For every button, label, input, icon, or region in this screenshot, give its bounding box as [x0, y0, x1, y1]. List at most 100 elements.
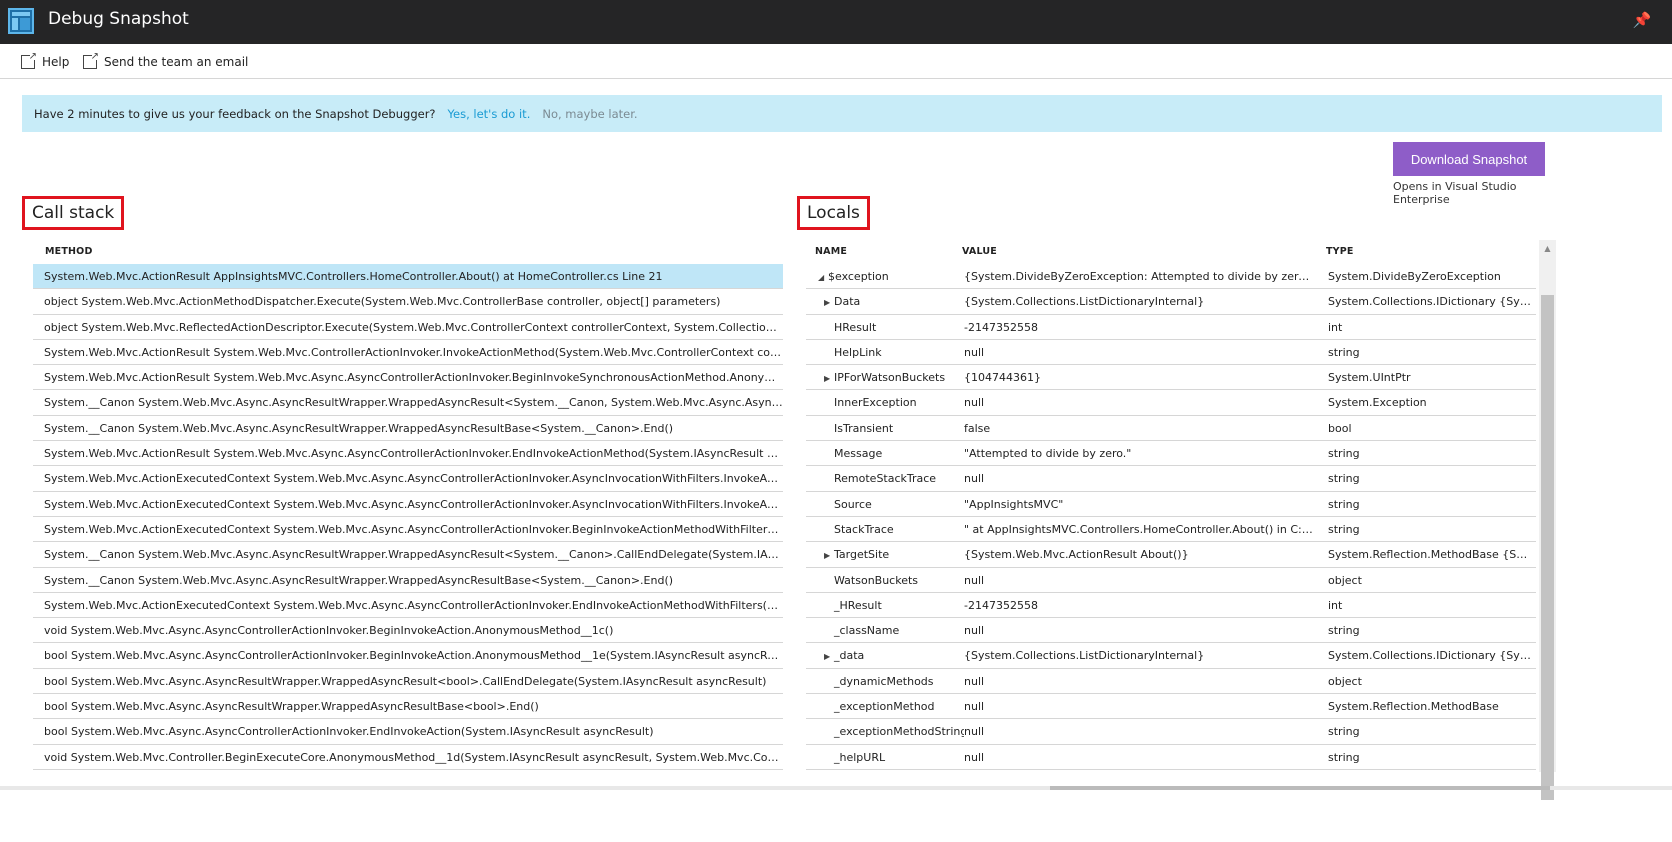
feedback-yes-link[interactable]: Yes, let's do it. — [448, 107, 531, 121]
scroll-up-icon[interactable]: ▲ — [1539, 240, 1556, 257]
call-stack-row[interactable]: System.Web.Mvc.ActionExecutedContext Sys… — [33, 466, 783, 492]
expand-triangle-icon[interactable]: ▶ — [824, 644, 834, 669]
call-stack-row[interactable]: System.Web.Mvc.ActionExecutedContext Sys… — [33, 517, 783, 543]
local-value: "AppInsightsMVC" — [964, 497, 1064, 511]
local-name: StackTrace — [814, 517, 964, 542]
locals-row[interactable]: RemoteStackTrace null string — [806, 466, 1536, 492]
name-column-header[interactable]: NAME — [815, 246, 847, 257]
call-stack-row[interactable]: bool System.Web.Mvc.Async.AsyncControlle… — [33, 719, 783, 745]
locals-row[interactable]: HelpLink null string — [806, 340, 1536, 366]
local-value: null — [964, 624, 985, 638]
locals-row[interactable]: HResult -2147352558 int — [806, 315, 1536, 340]
local-type: string — [1328, 497, 1360, 511]
call-stack-row[interactable]: System.Web.Mvc.ActionResult System.Web.M… — [33, 441, 783, 467]
expand-triangle-icon[interactable]: ◢ — [818, 265, 828, 290]
value-column-header[interactable]: VALUE — [962, 246, 997, 257]
call-stack-row[interactable]: System.Web.Mvc.ActionResult System.Web.M… — [33, 340, 783, 366]
method-column-header[interactable]: METHOD — [45, 246, 93, 257]
locals-row[interactable]: StackTrace " at AppInsightsMVC.Controller… — [806, 517, 1536, 543]
call-stack-row[interactable]: bool System.Web.Mvc.Async.AsyncResultWra… — [33, 669, 783, 695]
expand-triangle-icon[interactable]: ▶ — [824, 290, 834, 315]
call-stack-row[interactable]: System.__Canon System.Web.Mvc.Async.Asyn… — [33, 568, 783, 593]
local-type: bool — [1328, 421, 1352, 435]
send-email-link[interactable]: ↗ Send the team an email — [83, 52, 249, 71]
debug-snapshot-icon — [8, 8, 34, 34]
local-value: {104744361} — [964, 371, 1041, 385]
local-name-text: Message — [834, 447, 883, 461]
locals-row[interactable]: Source "AppInsightsMVC" string — [806, 492, 1536, 517]
call-stack-row[interactable]: System.Web.Mvc.ActionExecutedContext Sys… — [33, 492, 783, 517]
type-column-header[interactable]: TYPE — [1326, 246, 1354, 257]
call-stack-row[interactable]: System.__Canon System.Web.Mvc.Async.Asyn… — [33, 390, 783, 416]
local-type: System.UIntPtr — [1328, 371, 1411, 385]
local-name: WatsonBuckets — [814, 568, 964, 593]
call-stack-row[interactable]: System.__Canon System.Web.Mvc.Async.Asyn… — [33, 542, 783, 568]
local-name: _className — [814, 618, 964, 643]
horizontal-scrollbar[interactable] — [0, 786, 1672, 790]
local-name-text: StackTrace — [834, 522, 894, 536]
help-link[interactable]: ↗ Help — [21, 52, 69, 71]
local-name-text: TargetSite — [834, 548, 890, 562]
local-type: int — [1328, 320, 1343, 334]
expand-triangle-icon[interactable]: ▶ — [824, 366, 834, 391]
locals-scrollbar[interactable]: ▲ — [1539, 240, 1556, 800]
call-stack-row[interactable]: void System.Web.Mvc.Async.AsyncControlle… — [33, 618, 783, 644]
local-type: System.Exception — [1328, 396, 1427, 410]
call-stack-row[interactable]: object System.Web.Mvc.ReflectedActionDes… — [33, 315, 783, 340]
locals-row[interactable]: ▶ TargetSite {System.Web.Mvc.ActionResult … — [806, 542, 1536, 568]
local-name: _helpURL — [814, 745, 964, 770]
local-value: {System.Collections.ListDictionaryIntern… — [964, 649, 1205, 663]
local-name: InnerException — [814, 390, 964, 415]
call-stack-row[interactable]: System.Web.Mvc.ActionResult AppInsightsM… — [33, 264, 783, 290]
locals-table: ◢ $exception {System.DivideByZeroException… — [806, 264, 1536, 770]
call-stack-row[interactable]: System.Web.Mvc.ActionExecutedContext Sys… — [33, 593, 783, 619]
local-name: ▶ IPForWatsonBuckets — [814, 365, 964, 391]
horizontal-scrollbar-thumb[interactable] — [1050, 786, 1550, 790]
locals-row[interactable]: ▶ Data {System.Collections.ListDictionaryI… — [806, 289, 1536, 315]
locals-row[interactable]: IsTransient false bool — [806, 416, 1536, 442]
locals-row[interactable]: _className null string — [806, 618, 1536, 644]
feedback-no-link[interactable]: No, maybe later. — [542, 107, 637, 121]
locals-row[interactable]: ▶ _data {System.Collections.ListDictionary… — [806, 643, 1536, 669]
locals-row[interactable]: _HResult -2147352558 int — [806, 593, 1536, 619]
local-type: string — [1328, 624, 1360, 638]
local-value: null — [964, 573, 985, 587]
call-stack-row[interactable]: System.__Canon System.Web.Mvc.Async.Asyn… — [33, 416, 783, 442]
local-type: string — [1328, 345, 1360, 359]
call-stack-row[interactable]: System.Web.Mvc.ActionResult System.Web.M… — [33, 365, 783, 391]
pin-icon[interactable]: 📌 — [1632, 10, 1652, 30]
locals-row[interactable]: _exceptionMethodString null string — [806, 719, 1536, 745]
download-subtitle: Opens in Visual Studio Enterprise — [1393, 180, 1517, 206]
local-value: null — [964, 396, 985, 410]
call-stack-row[interactable]: bool System.Web.Mvc.Async.AsyncControlle… — [33, 643, 783, 669]
locals-row[interactable]: _dynamicMethods null object — [806, 669, 1536, 695]
call-stack-row[interactable]: object System.Web.Mvc.ActionMethodDispat… — [33, 289, 783, 315]
local-name: ▶ Data — [814, 289, 964, 315]
local-type: object — [1328, 674, 1362, 688]
locals-row[interactable]: WatsonBuckets null object — [806, 568, 1536, 593]
feedback-message: Have 2 minutes to give us your feedback … — [34, 106, 436, 121]
call-stack-row[interactable]: bool System.Web.Mvc.Async.AsyncResultWra… — [33, 694, 783, 720]
download-snapshot-button[interactable]: Download Snapshot — [1393, 142, 1545, 176]
local-name-text: HelpLink — [834, 345, 882, 359]
locals-row[interactable]: Message "Attempted to divide by zero." str… — [806, 441, 1536, 467]
local-type: System.Reflection.MethodBase — [1328, 700, 1499, 714]
expand-triangle-icon[interactable]: ▶ — [824, 543, 834, 568]
send-email-label: Send the team an email — [104, 55, 249, 69]
local-type: string — [1328, 522, 1360, 536]
local-name: HResult — [814, 315, 964, 340]
local-type: string — [1328, 447, 1360, 461]
locals-row[interactable]: ▶ IPForWatsonBuckets {104744361} System.UIn… — [806, 365, 1536, 391]
locals-row[interactable]: ◢ $exception {System.DivideByZeroException… — [806, 264, 1536, 290]
local-name-text: Source — [834, 497, 872, 511]
locals-row[interactable]: InnerException null System.Exception — [806, 390, 1536, 416]
local-name-text: _HResult — [834, 598, 882, 612]
scrollbar-thumb[interactable] — [1541, 295, 1554, 800]
local-name-text: _className — [834, 624, 900, 638]
local-name-text: InnerException — [834, 396, 917, 410]
local-name-text: IsTransient — [834, 421, 894, 435]
locals-row[interactable]: _helpURL null string — [806, 745, 1536, 770]
locals-row[interactable]: _exceptionMethod null System.Reflection.Me… — [806, 694, 1536, 720]
local-type: string — [1328, 472, 1360, 486]
call-stack-row[interactable]: void System.Web.Mvc.Controller.BeginExec… — [33, 745, 783, 770]
